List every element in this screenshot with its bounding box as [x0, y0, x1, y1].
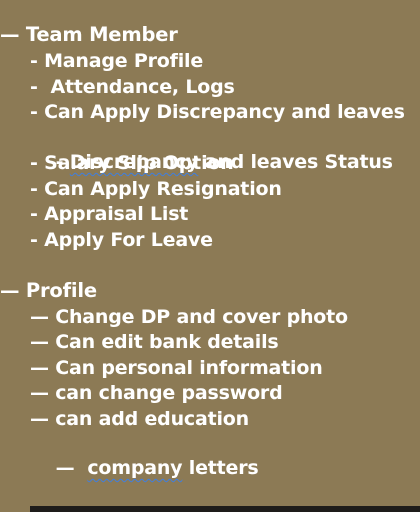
section-heading-profile: — Profile	[0, 279, 97, 302]
list-item: - Apply For Leave	[30, 229, 213, 251]
list-item: — Can personal information	[30, 357, 323, 379]
list-item: - Appraisal List	[30, 203, 189, 225]
bottom-edge-bar	[30, 506, 420, 512]
list-item: — can change password	[30, 382, 283, 404]
spellcheck-underlined-word: company	[87, 457, 183, 479]
list-item: - Can Apply Resignation	[30, 178, 282, 200]
list-item: — company letters	[30, 432, 259, 504]
section-heading-team-member: — Team Member	[0, 23, 178, 46]
notes-document: — Team Member - Manage Profile - Attenda…	[0, 0, 420, 512]
list-item: - Salary Slip Option	[30, 152, 234, 174]
list-item-rest: letters	[182, 457, 259, 479]
list-item: — can add education	[30, 408, 249, 430]
list-item: — Can edit bank details	[30, 331, 279, 353]
list-item: — Change DP and cover photo	[30, 306, 348, 328]
list-item: - Attendance, Logs	[30, 76, 235, 98]
list-item: - Manage Profile	[30, 50, 204, 72]
list-item-prefix: —	[55, 457, 88, 479]
list-item: - Can Apply Discrepancy and leaves	[30, 101, 405, 123]
